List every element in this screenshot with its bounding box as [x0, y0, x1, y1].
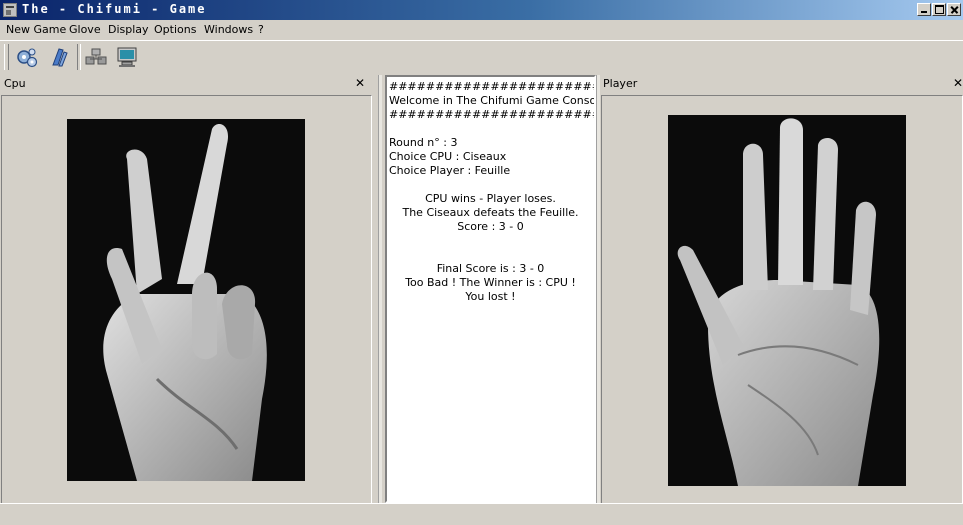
title-bar[interactable]: The - Chifumi - Game: [0, 0, 963, 20]
console-score: Score : 3 - 0: [457, 220, 524, 233]
cpu-pane-close-icon[interactable]: ✕: [353, 76, 367, 90]
console-choice-cpu: Choice CPU : Ciseaux: [389, 150, 507, 163]
right-splitter[interactable]: [596, 75, 600, 503]
menu-glove[interactable]: Glove: [69, 23, 101, 36]
window-controls: [917, 3, 961, 16]
network-icon[interactable]: [84, 45, 108, 69]
close-button[interactable]: [947, 3, 961, 16]
console-banner-top: ##########################: [389, 80, 594, 93]
cpu-hand-image: [67, 119, 305, 481]
minimize-button[interactable]: [917, 3, 931, 16]
toolbar-grip[interactable]: [4, 44, 9, 70]
status-bar: [0, 503, 963, 525]
window-title: The - Chifumi - Game: [22, 2, 207, 16]
menu-new-game[interactable]: New Game: [6, 23, 66, 36]
maximize-button[interactable]: [932, 3, 946, 16]
glove-icon[interactable]: [47, 45, 71, 69]
console-welcome: Welcome in The Chifumi Game Console: [389, 94, 596, 107]
console-defeat: The Ciseaux defeats the Feuille.: [402, 206, 579, 219]
game-console: ########################## Welcome in Th…: [385, 75, 596, 503]
menu-windows[interactable]: Windows: [204, 23, 253, 36]
cpu-pane: [1, 95, 372, 504]
console-final-score: Final Score is : 3 - 0: [436, 262, 545, 275]
player-hand-image: [668, 115, 906, 486]
console-choice-player: Choice Player : Feuille: [389, 164, 511, 177]
computer-monitor-icon[interactable]: [115, 45, 139, 69]
console-winner: Too Bad ! The Winner is : CPU !: [405, 276, 576, 289]
settings-gears-icon[interactable]: [15, 45, 39, 69]
menu-options[interactable]: Options: [154, 23, 196, 36]
app-icon[interactable]: [3, 3, 17, 17]
menu-display[interactable]: Display: [108, 23, 149, 36]
cpu-pane-title: Cpu: [4, 77, 26, 90]
menu-help[interactable]: ?: [258, 23, 264, 36]
menu-bar: New Game Glove Display Options Windows ?: [0, 20, 963, 40]
console-result: CPU wins - Player loses.: [425, 192, 556, 205]
player-pane-close-icon[interactable]: ✕: [951, 76, 963, 90]
console-round: Round n° : 3: [389, 136, 458, 149]
toolbar: [0, 40, 963, 71]
console-lost: You lost !: [465, 290, 516, 303]
player-pane: [601, 95, 963, 504]
player-pane-title: Player: [603, 77, 638, 90]
console-banner-bottom: ##########################: [389, 108, 594, 121]
left-splitter[interactable]: [378, 75, 382, 503]
toolbar-separator: [77, 44, 81, 70]
